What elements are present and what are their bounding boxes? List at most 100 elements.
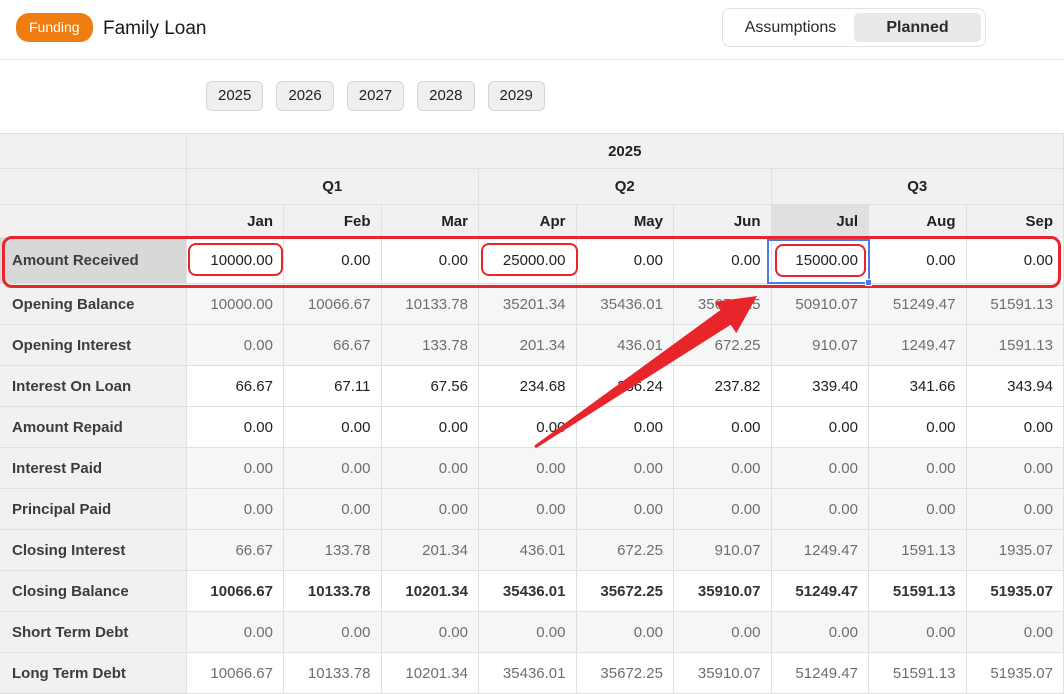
cell-interest-on-loan-apr[interactable]: 234.68 [478, 365, 577, 407]
cell-long-term-debt-apr: 35436.01 [478, 652, 577, 694]
cell-amount-repaid-jun[interactable]: 0.00 [673, 406, 772, 448]
row-label-principal-paid[interactable]: Principal Paid [0, 488, 187, 530]
cell-principal-paid-mar: 0.00 [381, 488, 479, 530]
cell-amount-repaid-jul[interactable]: 0.00 [771, 406, 869, 448]
month-header-aug[interactable]: Aug [868, 204, 967, 238]
table-row-closing-interest: Closing Interest 66.67 133.78 201.34 436.01 6… [0, 529, 1064, 571]
row-label-closing-balance[interactable]: Closing Balance [0, 570, 187, 612]
table-row-short-term-debt: Short Term Debt 0.00 0.00 0.00 0.00 0.00 0.00 0… [0, 611, 1064, 653]
cell-amount-received-jan[interactable]: 10000.00 [186, 237, 284, 284]
cell-interest-on-loan-mar[interactable]: 67.56 [381, 365, 479, 407]
cell-amount-repaid-mar[interactable]: 0.00 [381, 406, 479, 448]
cell-interest-on-loan-sep[interactable]: 343.94 [966, 365, 1064, 407]
cell-amount-repaid-feb[interactable]: 0.00 [283, 406, 382, 448]
cell-opening-balance-sep: 51591.13 [966, 283, 1064, 325]
cell-amount-repaid-may[interactable]: 0.00 [576, 406, 674, 448]
row-label-closing-interest[interactable]: Closing Interest [0, 529, 187, 571]
cell-amount-received-may[interactable]: 0.00 [576, 237, 674, 284]
month-header-mar[interactable]: Mar [381, 204, 479, 238]
row-label-amount-received[interactable]: Amount Received [0, 237, 187, 284]
month-header-may[interactable]: May [576, 204, 674, 238]
month-header-sep[interactable]: Sep [966, 204, 1064, 238]
cell-interest-on-loan-jul[interactable]: 339.40 [771, 365, 869, 407]
cell-interest-paid-aug: 0.00 [868, 447, 967, 489]
cell-short-term-debt-jul: 0.00 [771, 611, 869, 653]
corner-cell [0, 133, 187, 169]
cell-principal-paid-feb: 0.00 [283, 488, 382, 530]
table-row-interest-on-loan: Interest On Loan 66.67 67.11 67.56 234.68 236… [0, 365, 1064, 407]
row-label-amount-repaid[interactable]: Amount Repaid [0, 406, 187, 448]
top-bar: Funding Family Loan Assumptions Planned [0, 0, 1064, 60]
cell-opening-balance-jan: 10000.00 [186, 283, 284, 325]
cell-amount-received-aug[interactable]: 0.00 [868, 237, 967, 284]
cell-short-term-debt-sep: 0.00 [966, 611, 1064, 653]
table-row-closing-balance: Closing Balance 10066.67 10133.78 10201.34 3… [0, 570, 1064, 612]
year-button-2028[interactable]: 2028 [417, 81, 475, 111]
month-header-feb[interactable]: Feb [283, 204, 382, 238]
cell-amount-received-jun[interactable]: 0.00 [673, 237, 772, 284]
month-header-apr[interactable]: Apr [478, 204, 577, 238]
month-header-jun[interactable]: Jun [673, 204, 772, 238]
cell-amount-repaid-sep[interactable]: 0.00 [966, 406, 1064, 448]
table-row-amount-repaid: Amount Repaid 0.00 0.00 0.00 0.00 0.00 0.00 0.0… [0, 406, 1064, 448]
cell-amount-received-jul[interactable]: 15000.00 [771, 237, 869, 284]
corner-cell [0, 204, 187, 238]
row-label-interest-on-loan[interactable]: Interest On Loan [0, 365, 187, 407]
cell-amount-repaid-aug[interactable]: 0.00 [868, 406, 967, 448]
cell-long-term-debt-may: 35672.25 [576, 652, 674, 694]
month-header-jan[interactable]: Jan [186, 204, 284, 238]
cell-closing-interest-sep: 1935.07 [966, 529, 1064, 571]
cell-interest-on-loan-feb[interactable]: 67.11 [283, 365, 382, 407]
row-label-opening-interest[interactable]: Opening Interest [0, 324, 187, 366]
cell-long-term-debt-aug: 51591.13 [868, 652, 967, 694]
cell-closing-interest-may: 672.25 [576, 529, 674, 571]
cell-closing-balance-feb: 10133.78 [283, 570, 382, 612]
year-header: 2025 [186, 133, 1064, 169]
cell-amount-received-mar[interactable]: 0.00 [381, 237, 479, 284]
cell-amount-received-sep[interactable]: 0.00 [966, 237, 1064, 284]
cell-opening-interest-aug: 1249.47 [868, 324, 967, 366]
row-label-opening-balance[interactable]: Opening Balance [0, 283, 187, 325]
cell-opening-interest-sep: 1591.13 [966, 324, 1064, 366]
toggle-option-assumptions[interactable]: Assumptions [727, 13, 854, 42]
year-button-2029[interactable]: 2029 [487, 81, 545, 111]
year-button-2026[interactable]: 2026 [276, 81, 334, 111]
quarter-header-q2: Q2 [478, 168, 772, 205]
cell-opening-balance-aug: 51249.47 [868, 283, 967, 325]
cell-amount-repaid-jan[interactable]: 0.00 [186, 406, 284, 448]
cell-closing-balance-jan: 10066.67 [186, 570, 284, 612]
month-header-jul[interactable]: Jul [771, 204, 869, 238]
cell-closing-interest-jul: 1249.47 [771, 529, 869, 571]
cell-opening-interest-jan: 0.00 [186, 324, 284, 366]
cell-closing-balance-mar: 10201.34 [381, 570, 479, 612]
funding-badge: Funding [16, 13, 93, 42]
cell-long-term-debt-jan: 10066.67 [186, 652, 284, 694]
loan-table: 2025 Q1 Q2 Q3 Jan Feb Mar Apr May Jun Jul Aug Sep … [0, 133, 1064, 694]
row-label-long-term-debt[interactable]: Long Term Debt [0, 652, 187, 694]
toggle-option-planned[interactable]: Planned [854, 13, 981, 42]
cell-amount-repaid-apr[interactable]: 0.00 [478, 406, 577, 448]
row-label-interest-paid[interactable]: Interest Paid [0, 447, 187, 489]
cell-closing-interest-aug: 1591.13 [868, 529, 967, 571]
cell-interest-on-loan-aug[interactable]: 341.66 [868, 365, 967, 407]
year-button-2027[interactable]: 2027 [346, 81, 405, 111]
quarter-header-row: Q1 Q2 Q3 [0, 168, 1064, 205]
quarter-header-q1: Q1 [186, 168, 479, 205]
year-button-2025[interactable]: 2025 [206, 81, 264, 111]
cell-interest-on-loan-jan[interactable]: 66.67 [186, 365, 284, 407]
table-row-amount-received: Amount Received 10000.00 0.00 0.00 25000.00 0… [0, 237, 1064, 284]
cell-opening-interest-feb: 66.67 [283, 324, 382, 366]
cell-amount-received-apr[interactable]: 25000.00 [478, 237, 577, 284]
cell-amount-received-feb[interactable]: 0.00 [283, 237, 382, 284]
cell-interest-on-loan-may[interactable]: 236.24 [576, 365, 674, 407]
cell-opening-balance-jul: 50910.07 [771, 283, 869, 325]
cell-closing-balance-may: 35672.25 [576, 570, 674, 612]
month-header-row: Jan Feb Mar Apr May Jun Jul Aug Sep [0, 204, 1064, 238]
cell-opening-balance-may: 35436.01 [576, 283, 674, 325]
row-label-short-term-debt[interactable]: Short Term Debt [0, 611, 187, 653]
cell-short-term-debt-aug: 0.00 [868, 611, 967, 653]
quarter-header-q3: Q3 [771, 168, 1064, 205]
cell-interest-on-loan-jun[interactable]: 237.82 [673, 365, 772, 407]
cell-closing-balance-sep: 51935.07 [966, 570, 1064, 612]
table-row-long-term-debt: Long Term Debt 10066.67 10133.78 10201.34 35… [0, 652, 1064, 694]
